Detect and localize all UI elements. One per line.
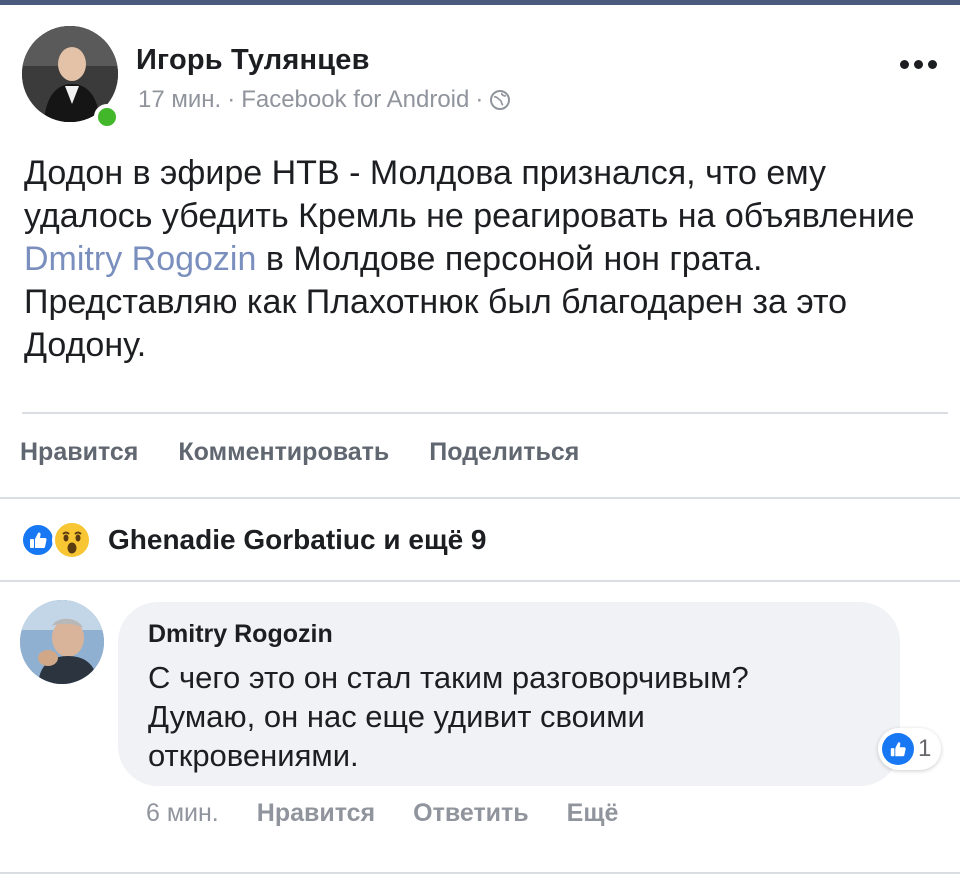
share-button[interactable]: Поделиться <box>429 438 579 474</box>
divider <box>0 497 960 499</box>
post-meta: 17 мин. · Facebook for Android · <box>138 86 511 114</box>
comment-bubble: Dmitry Rogozin С чего это он стал таким … <box>118 602 900 786</box>
like-button[interactable]: Нравится <box>20 438 138 474</box>
wow-icon <box>52 520 92 560</box>
mention-link[interactable]: Dmitry Rogozin <box>24 240 256 278</box>
post-actions: Нравится Комментировать Поделиться <box>20 438 579 474</box>
post-text-before: Додон в эфире НТВ - Молдова признался, ч… <box>24 154 915 235</box>
meta-separator: · <box>227 86 236 113</box>
comment-button[interactable]: Комментировать <box>178 438 389 474</box>
like-icon <box>882 733 914 765</box>
online-status-indicator <box>94 104 120 130</box>
comment-actions: 6 мин. Нравится Ответить Ещё <box>146 797 618 829</box>
globe-icon <box>489 89 511 111</box>
comment-reaction-badge[interactable]: 1 <box>878 728 942 770</box>
comment-time[interactable]: 6 мин. <box>146 799 219 828</box>
reactions-text[interactable]: Ghenadie Gorbatiuc и ещё 9 <box>108 524 487 556</box>
divider <box>22 412 948 414</box>
post-source: Facebook for Android <box>241 86 470 113</box>
divider <box>0 580 960 582</box>
comment-author[interactable]: Dmitry Rogozin <box>148 620 333 649</box>
app-top-bar <box>0 0 960 5</box>
comment-text: С чего это он стал таким разговорчивым? … <box>148 660 749 773</box>
post-time[interactable]: 17 мин. <box>138 86 221 114</box>
like-icon <box>20 522 56 558</box>
reactions-summary[interactable]: Ghenadie Gorbatiuc и ещё 9 <box>20 518 487 562</box>
post-header: Игорь Тулянцев 17 мин. · Facebook for An… <box>22 26 942 130</box>
comment-more-button[interactable]: Ещё <box>567 799 619 828</box>
comment-like-button[interactable]: Нравится <box>257 799 375 828</box>
post-author-name[interactable]: Игорь Тулянцев <box>136 44 370 77</box>
post-body: Додон в эфире НТВ - Молдова признался, ч… <box>24 152 934 367</box>
comment-reply-button[interactable]: Ответить <box>413 799 529 828</box>
meta-separator: · <box>475 86 484 113</box>
divider <box>0 872 960 874</box>
more-dots-icon[interactable] <box>896 54 940 74</box>
commenter-avatar[interactable] <box>20 600 104 684</box>
reaction-icons <box>20 518 100 562</box>
comment-like-count: 1 <box>918 735 932 762</box>
